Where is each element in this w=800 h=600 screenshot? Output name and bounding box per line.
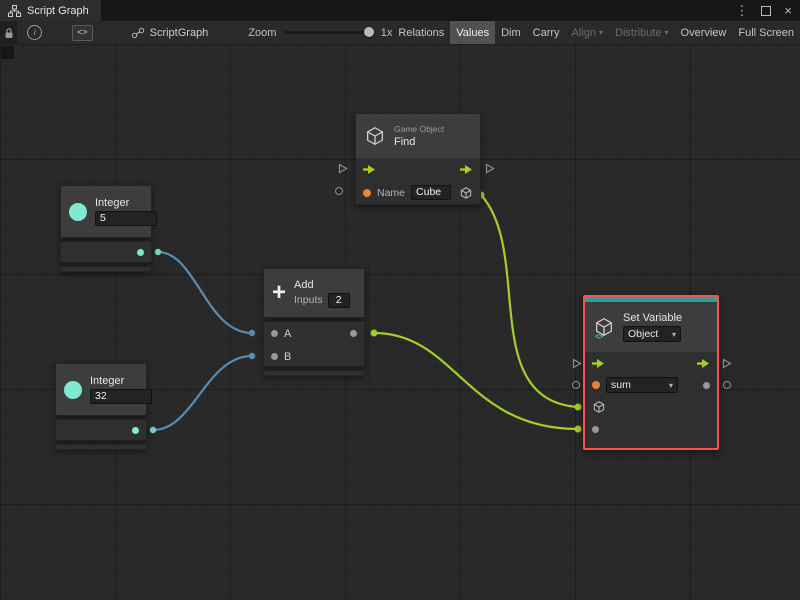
add-icon: + <box>272 279 287 306</box>
output-port-dot[interactable] <box>132 426 139 434</box>
chevron-down-icon: ▾ <box>671 329 676 339</box>
flow-output-port[interactable] <box>485 163 495 177</box>
toolbar-buttons: Relations Values Dim Carry Align ▾ Distri… <box>392 21 800 44</box>
integer-type-icon <box>69 202 87 221</box>
node-integer-bottom-footer <box>55 444 147 450</box>
flow-out-arrow-icon[interactable] <box>460 164 473 175</box>
node-title: Find <box>394 136 416 148</box>
variable-name-value: sum <box>611 379 631 391</box>
title-bar: Script Graph ⋮ × <box>0 0 800 21</box>
input-port-dot-a[interactable] <box>271 330 278 337</box>
tab-label: Script Graph <box>27 4 89 17</box>
node-find[interactable]: Game Object Find Name Cube <box>355 113 481 205</box>
canvas-corner-widget <box>1 46 14 59</box>
graph-tab-icon <box>8 4 21 17</box>
node-add-ports: A B <box>263 321 365 367</box>
value-input-port-dot[interactable] <box>592 425 599 433</box>
flow-in-arrow-icon[interactable] <box>363 164 376 175</box>
game-object-cube-icon <box>367 127 383 145</box>
name-value-field[interactable]: Cube <box>411 185 452 200</box>
zoom-label: Zoom <box>248 26 277 39</box>
lock-button[interactable] <box>0 21 18 44</box>
script-graph-icon <box>131 27 144 38</box>
graph-toolbar: i <> ScriptGraph Zoom 1x Relations Value… <box>0 21 800 45</box>
code-preview-button[interactable]: <> <box>72 24 93 41</box>
distribute-button: Distribute ▾ <box>609 21 674 44</box>
flow-out-arrow-icon[interactable] <box>697 358 710 369</box>
value-output-port[interactable] <box>723 381 731 389</box>
node-title: Integer <box>90 375 125 387</box>
output-port-dot[interactable] <box>350 330 357 337</box>
flow-input-port[interactable] <box>338 163 348 177</box>
variable-name-dropdown[interactable]: sum ▾ <box>606 377 678 393</box>
name-label: Name <box>377 186 406 199</box>
zoom-value: 1x <box>380 26 393 39</box>
window-controls: ⋮ × <box>735 0 792 21</box>
maximize-icon[interactable] <box>761 5 772 16</box>
integer-value-field[interactable]: 32 <box>90 389 152 404</box>
overview-button[interactable]: Overview <box>675 21 733 44</box>
node-integer-top-footer <box>60 266 152 272</box>
port-a-label: A <box>284 327 292 340</box>
node-integer-top[interactable]: Integer 5 <box>60 185 157 238</box>
inputs-label: Inputs <box>294 294 323 306</box>
integer-value-field[interactable]: 5 <box>95 211 157 226</box>
distribute-label: Distribute <box>615 26 662 39</box>
flow-in-arrow-icon[interactable] <box>592 358 605 369</box>
output-port-dot[interactable] <box>137 248 144 256</box>
chevron-down-icon: ▾ <box>664 28 669 37</box>
zoom-slider[interactable] <box>284 21 375 44</box>
variable-name-port-dot[interactable] <box>592 381 600 389</box>
align-label: Align <box>571 26 597 39</box>
node-category: Game Object <box>394 124 445 134</box>
port-b-label: B <box>284 350 292 363</box>
values-button[interactable]: Values <box>450 21 496 44</box>
value-input-port[interactable] <box>572 381 580 389</box>
tab-script-graph[interactable]: Script Graph <box>0 0 101 21</box>
node-add[interactable]: + Add Inputs 2 <box>263 268 365 318</box>
node-title: Set Variable <box>623 312 683 324</box>
input-port-dot-b[interactable] <box>271 353 278 360</box>
node-integer-top-ports <box>60 241 152 263</box>
relations-button[interactable]: Relations <box>392 21 450 44</box>
name-input-port-dot[interactable] <box>363 188 371 197</box>
code-badge-icon: <> <box>595 332 603 341</box>
zoom-slider-track[interactable] <box>284 31 372 34</box>
info-button[interactable]: i <box>27 25 43 40</box>
scope-value: Object <box>628 328 659 340</box>
kebab-menu-icon[interactable]: ⋮ <box>735 4 748 17</box>
gameobject-output-port-icon[interactable] <box>459 186 473 200</box>
flow-input-port[interactable] <box>572 358 582 372</box>
graph-name-label: ScriptGraph <box>149 26 209 39</box>
full-screen-button[interactable]: Full Screen <box>732 21 800 44</box>
variable-scope-dropdown[interactable]: Object ▾ <box>623 326 681 342</box>
node-integer-bottom[interactable]: Integer 32 <box>55 363 152 416</box>
node-add-footer <box>263 370 365 376</box>
flow-output-port[interactable] <box>722 358 732 372</box>
chevron-down-icon: ▾ <box>668 380 673 390</box>
node-title: Add <box>294 278 314 291</box>
node-title: Integer <box>95 197 130 209</box>
unity-script-graph-window: Script Graph ⋮ × i <> ScriptGraph Zoom 1… <box>0 0 800 600</box>
align-button: Align ▾ <box>566 21 609 44</box>
graph-name-section: ScriptGraph <box>131 26 209 39</box>
inputs-count-field[interactable]: 2 <box>327 292 350 308</box>
node-integer-bottom-ports <box>55 419 147 441</box>
close-icon[interactable]: × <box>784 4 792 17</box>
node-set-variable[interactable]: <> Set Variable Object ▾ sum ▾ <box>583 295 719 450</box>
output-port-dot[interactable] <box>703 381 710 389</box>
info-icon: i <box>33 28 36 37</box>
object-input-port-icon[interactable] <box>592 400 606 414</box>
integer-type-icon <box>64 380 82 399</box>
zoom-slider-handle[interactable] <box>364 27 375 37</box>
dim-button[interactable]: Dim <box>495 21 527 44</box>
value-input-port[interactable] <box>335 187 343 195</box>
lock-icon <box>5 27 13 38</box>
carry-button[interactable]: Carry <box>527 21 566 44</box>
chevron-down-icon: ▾ <box>599 28 604 37</box>
